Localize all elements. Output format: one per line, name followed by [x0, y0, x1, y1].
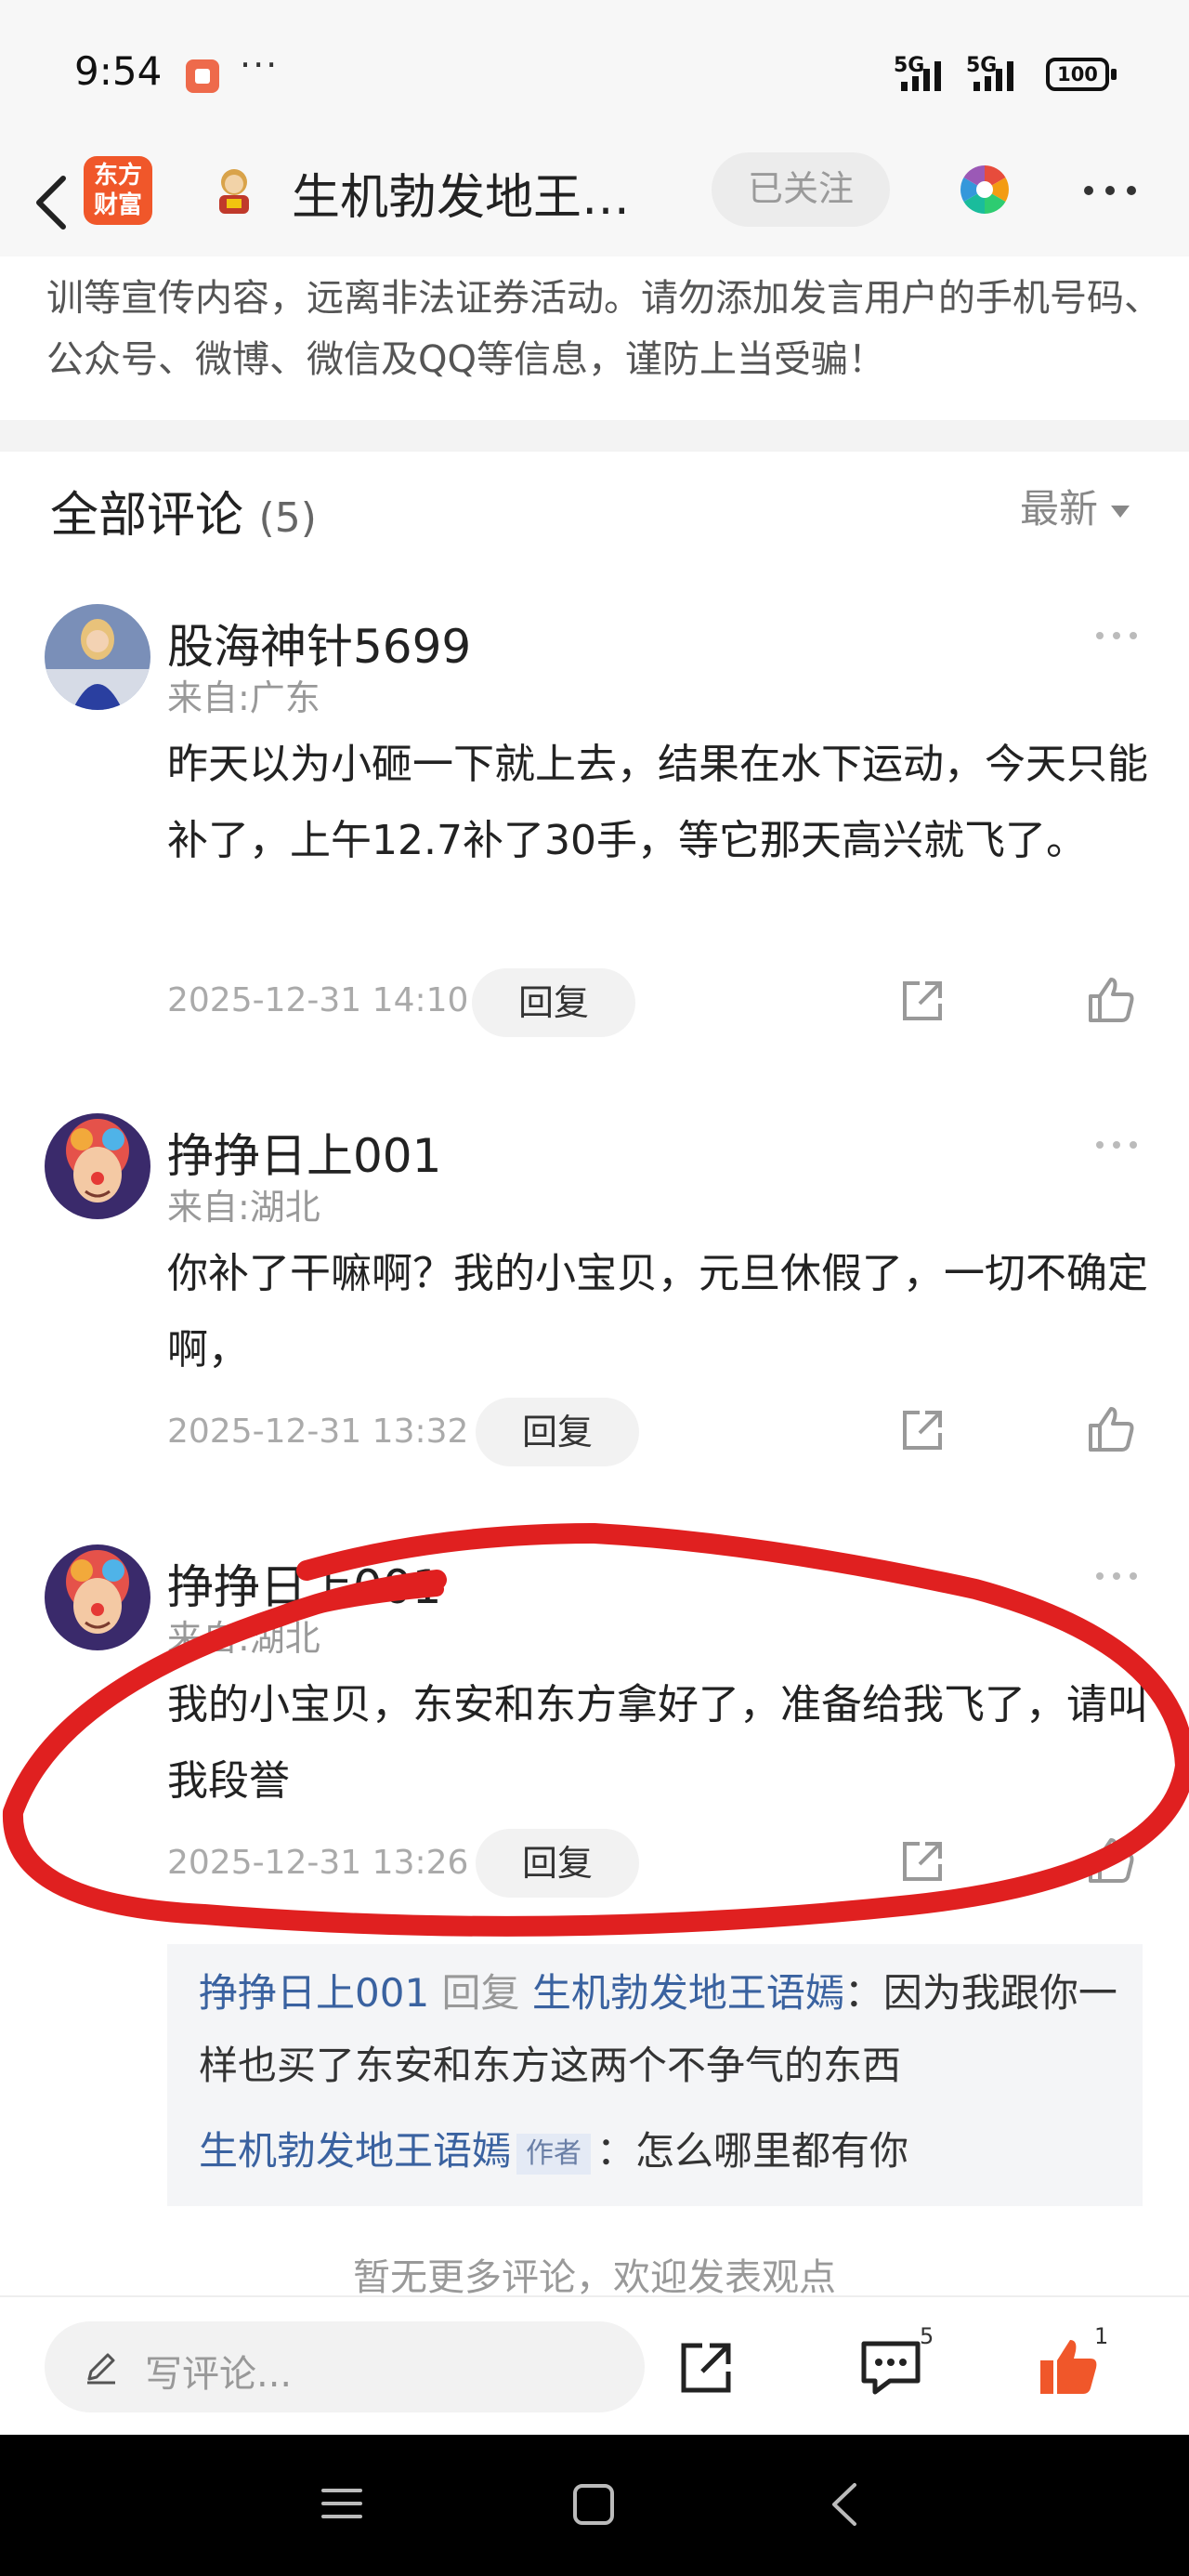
sub-reply-from[interactable]: 挣挣日上001	[199, 1970, 429, 2016]
sub-reply-verb: 回复	[441, 1970, 520, 2016]
pencil-icon	[87, 2353, 115, 2385]
comment-time: 2025-12-31 14:10	[167, 981, 469, 1019]
sort-dropdown[interactable]: 最新	[1020, 478, 1130, 534]
comment-count: 5	[920, 2323, 934, 2349]
color-wheel-icon[interactable]	[957, 162, 1013, 217]
comment-author[interactable]: 股海神针5699	[167, 610, 471, 677]
thumbs-up-icon[interactable]	[1085, 1403, 1137, 1455]
reply-button[interactable]: 回复	[476, 1398, 639, 1466]
user-avatar[interactable]	[45, 1544, 150, 1650]
user-avatar[interactable]	[45, 1113, 150, 1219]
reply-button[interactable]: 回复	[472, 968, 635, 1037]
sub-reply-to[interactable]: 生机勃发地王语嫣	[532, 1970, 844, 2016]
comment-time: 2025-12-31 13:26	[167, 1844, 469, 1882]
notification-icon	[186, 59, 219, 93]
back-icon[interactable]	[827, 2479, 864, 2530]
status-bar: 9:54 ··· 5G 5G 100	[0, 0, 1189, 149]
no-more-comments: 暂无更多评论，欢迎发表观点	[353, 2256, 836, 2299]
top-navbar: 东方 财富 生机勃发地王… 已关注	[0, 149, 1189, 256]
section-divider	[0, 420, 1189, 452]
share-icon[interactable]	[897, 1405, 947, 1455]
comment-input[interactable]: 写评论...	[45, 2321, 645, 2412]
app-logo-line2: 财富	[93, 191, 142, 219]
comment-more-icon[interactable]	[1092, 1136, 1141, 1154]
comments-count: (5)	[258, 494, 317, 542]
comment-time: 2025-12-31 13:32	[167, 1413, 469, 1451]
comment-location: 来自:湖北	[167, 1187, 320, 1228]
menu-icon[interactable]	[320, 2481, 364, 2526]
follow-button[interactable]: 已关注	[712, 152, 890, 227]
user-avatar[interactable]	[45, 604, 150, 710]
comment-author[interactable]: 挣挣日上001	[167, 1550, 441, 1617]
comment-text: 昨天以为小砸一下就上去，结果在水下运动，今天只能补了，上午12.7补了30手，等…	[167, 741, 1148, 864]
sub-reply-1[interactable]: 挣挣日上001 回复 生机勃发地王语嫣：因为我跟你一样也买了东安和东方这两个不争…	[199, 1957, 1128, 2102]
share-icon[interactable]	[897, 976, 947, 1026]
comment-location: 来自:广东	[167, 677, 320, 718]
app-logo-line1: 东方	[93, 162, 142, 190]
home-icon[interactable]	[570, 2481, 617, 2528]
back-arrow-icon[interactable]	[26, 165, 82, 240]
page-title: 生机勃发地王…	[292, 170, 631, 226]
signal-bars-2-icon	[973, 58, 1013, 91]
comment-location: 来自:湖北	[167, 1618, 320, 1659]
sub-reply-from[interactable]: 生机勃发地王语嫣	[199, 2128, 511, 2174]
comment-more-icon[interactable]	[1092, 626, 1141, 645]
sub-reply-2[interactable]: 生机勃发地王语嫣 作者 ：怎么哪里都有你	[199, 2115, 1128, 2188]
status-overflow: ···	[240, 45, 280, 85]
sub-reply-text: ：怎么哪里都有你	[596, 2128, 909, 2174]
thumbs-up-icon[interactable]	[1085, 1834, 1137, 1886]
share-icon[interactable]	[676, 2338, 736, 2398]
sort-label: 最新	[1020, 486, 1099, 532]
comment-input-placeholder: 写评论...	[145, 2353, 293, 2396]
reply-button[interactable]: 回复	[476, 1829, 639, 1898]
status-time: 9:54	[74, 48, 163, 94]
thumbs-up-filled-icon[interactable]	[1037, 2334, 1100, 2398]
comment-icon[interactable]	[858, 2338, 923, 2398]
risk-warning-text: 训等宣传内容，远离非法证券活动。请勿添加发言用户的手机号码、公众号、微博、微信及…	[46, 277, 1161, 381]
bottom-action-bar: 写评论... 5 1	[0, 2295, 1189, 2435]
comment-text: 你补了干嘛啊？我的小宝贝，元旦休假了，一切不确定啊，	[167, 1250, 1148, 1373]
sub-replies-box: 挣挣日上001 回复 生机勃发地王语嫣：因为我跟你一样也买了东安和东方这两个不争…	[167, 1944, 1143, 2206]
comment-more-icon[interactable]	[1092, 1567, 1141, 1585]
comment-author[interactable]: 挣挣日上001	[167, 1119, 441, 1186]
author-avatar-icon[interactable]	[206, 162, 262, 217]
more-options-icon[interactable]	[1078, 167, 1143, 214]
app-logo[interactable]: 东方 财富	[84, 156, 152, 225]
comments-title: 全部评论	[50, 488, 244, 544]
system-navigation-bar	[0, 2435, 1189, 2576]
comment-text: 我的小宝贝，东安和东方拿好了，准备给我飞了，请叫我段誉	[167, 1681, 1148, 1805]
like-count: 1	[1094, 2323, 1109, 2349]
dropdown-triangle-icon	[1111, 506, 1130, 518]
battery-indicator: 100	[1046, 58, 1117, 91]
comments-header: 全部评论 (5)	[50, 476, 317, 545]
signal-bars-1-icon	[901, 58, 941, 91]
author-badge: 作者	[516, 2133, 592, 2175]
share-icon[interactable]	[897, 1836, 947, 1886]
thumbs-up-icon[interactable]	[1085, 974, 1137, 1026]
